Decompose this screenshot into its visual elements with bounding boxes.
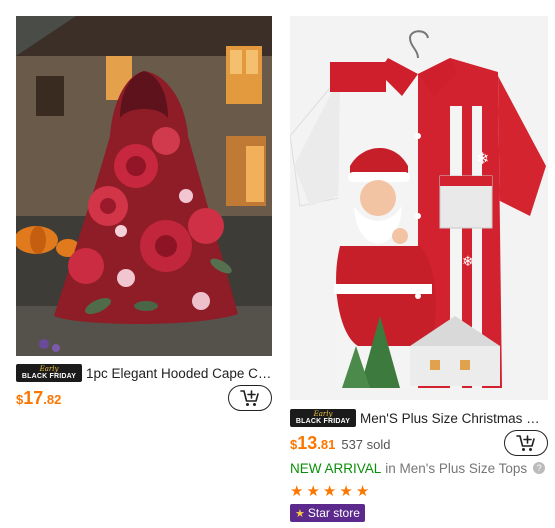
- cart-plus-icon: [240, 390, 259, 406]
- new-arrival-row[interactable]: NEW ARRIVAL in Men's Plus Size Tops ?: [290, 458, 548, 478]
- question-icon[interactable]: ?: [533, 462, 546, 474]
- price-row: $13.81 537 sold: [290, 429, 548, 457]
- product-title-row[interactable]: Early BLACK FRIDAY Men'S Plus Size Chris…: [290, 407, 548, 429]
- rose-cape-photo: [16, 16, 272, 356]
- santa-shirt-photo: ❄ ❄: [290, 16, 548, 400]
- sold-count: 537 sold: [341, 436, 391, 452]
- add-to-cart-button[interactable]: [228, 385, 272, 411]
- product-title[interactable]: 1pc Elegant Hooded Cape Cloak with Rose …: [86, 366, 272, 381]
- product-price: $17.82: [16, 388, 61, 409]
- price-integer: 13: [297, 432, 318, 453]
- star-icon: ★: [290, 482, 304, 500]
- star-store-label: Star store: [307, 506, 360, 520]
- early-black-friday-badge: Early BLACK FRIDAY: [16, 364, 82, 382]
- badge-line-1: Early: [39, 365, 59, 373]
- star-store-icon: ★: [295, 507, 305, 520]
- star-icon: ★: [306, 482, 320, 500]
- svg-text:❄: ❄: [462, 254, 474, 270]
- cart-plus-icon: [516, 435, 535, 451]
- badge-line-1: Early: [313, 410, 333, 418]
- arrival-category[interactable]: in Men's Plus Size Tops: [385, 461, 527, 476]
- badge-line-2: BLACK FRIDAY: [21, 373, 77, 380]
- product-price: $13.81 537 sold: [290, 433, 391, 454]
- star-icon: ★: [322, 482, 337, 500]
- product-title-row[interactable]: Early BLACK FRIDAY 1pc Elegant Hooded Ca…: [16, 362, 272, 384]
- star-icon: ★: [355, 482, 370, 500]
- price-decimal: .81: [317, 436, 336, 452]
- price-integer: 17: [23, 387, 44, 408]
- rating-stars: ★ ★ ★ ★ ★: [290, 482, 548, 500]
- early-black-friday-badge: Early BLACK FRIDAY: [290, 409, 356, 427]
- svg-text:❄: ❄: [476, 149, 489, 168]
- star-icon: ★: [339, 482, 353, 500]
- price-row: $17.82: [16, 384, 272, 412]
- product-card-cape[interactable]: Early BLACK FRIDAY 1pc Elegant Hooded Ca…: [16, 16, 272, 412]
- badge-line-2: BLACK FRIDAY: [295, 418, 351, 425]
- star-store-badge[interactable]: ★ Star store: [290, 504, 365, 522]
- product-image-cape[interactable]: [16, 16, 272, 356]
- product-image-shirt[interactable]: ❄ ❄: [290, 16, 548, 400]
- price-decimal: .82: [43, 391, 62, 407]
- product-title[interactable]: Men'S Plus Size Christmas Santa Print Sh…: [360, 411, 548, 426]
- product-card-shirt[interactable]: ❄ ❄ Early BLACK FRIDAY Men'S Plus Size C…: [290, 16, 548, 522]
- new-arrival-label: NEW ARRIVAL: [290, 460, 382, 476]
- add-to-cart-button[interactable]: [504, 430, 548, 456]
